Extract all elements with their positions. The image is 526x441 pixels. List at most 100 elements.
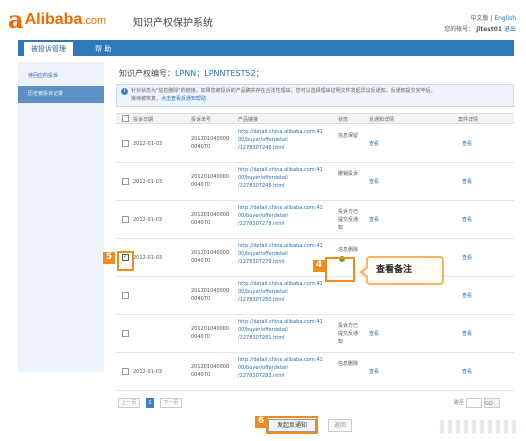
view-case-link[interactable]: 查看 — [462, 292, 472, 300]
product-link-path[interactable]: 00/buyer/offerdetail — [238, 288, 288, 296]
jump-go-button[interactable]: GO — [484, 398, 500, 408]
status-text: 信息删除 — [338, 361, 359, 367]
product-link-file[interactable]: /1278307280.html — [238, 296, 284, 304]
notice-text-2: 接待被恢复。 — [131, 96, 162, 102]
col-notice: 反通知详情 — [369, 117, 395, 123]
row-checkbox[interactable] — [122, 368, 129, 375]
product-link-path[interactable]: 00/buyer/offerdetail — [238, 364, 288, 372]
view-notice-link[interactable]: 查看 — [369, 330, 379, 338]
row-checkbox[interactable] — [122, 330, 129, 337]
status-text-2: 提交反通 — [338, 217, 359, 223]
view-notice-link[interactable]: 查看 — [369, 178, 379, 186]
main-panel: 知识产权编号：LPNN；LPNNTEST52； i 针对状态为"信息删除"的链接… — [110, 62, 516, 434]
product-link-file[interactable]: /1278307281.html — [238, 334, 284, 342]
prev-page-button[interactable]: 上一页 — [118, 398, 140, 408]
product-link[interactable]: http://detail.china.alibaba.com:41 — [238, 204, 323, 212]
product-link[interactable]: http://detail.china.alibaba.com:41 — [238, 280, 323, 288]
notice-text: 针对状态为"信息删除"的链接，如果您被投诉的产品确实存在合法性理由，您可以选择理… — [131, 88, 436, 94]
complaint-id-suffix: 004070 — [191, 182, 211, 188]
logout-link[interactable]: 退出 — [504, 26, 516, 33]
complaint-date: 2012-01-03 — [133, 255, 163, 261]
status-text-2: 提交反通 — [338, 331, 359, 337]
step5-highlight — [117, 251, 134, 271]
complaint-date: 2012-01-03 — [133, 217, 163, 223]
watermark — [440, 420, 520, 434]
complaint-id: 201201040000 — [191, 326, 230, 332]
complaint-id: 201201040000 — [191, 250, 230, 256]
notice-help-link[interactable]: 点击查看反通知帮助 — [161, 96, 206, 102]
complaint-id: 201201040000 — [191, 212, 230, 218]
view-case-link[interactable]: 查看 — [462, 368, 472, 376]
tab-help[interactable]: 帮 助 — [88, 42, 118, 56]
page-1-button[interactable]: 1 — [146, 398, 154, 408]
back-button[interactable]: 返回 — [328, 419, 352, 432]
notice-box: i 针对状态为"信息删除"的链接，如果您被投诉的产品确实存在合法性理由，您可以选… — [116, 84, 514, 107]
complaint-id-suffix: 004070 — [191, 296, 211, 302]
row-checkbox[interactable] — [122, 216, 129, 223]
product-link-file[interactable]: /1278307246.html — [238, 182, 284, 190]
row-checkbox[interactable] — [122, 292, 129, 299]
product-link-file[interactable]: /1278307283.html — [238, 372, 284, 380]
view-notice-link[interactable]: 查看 — [369, 140, 379, 148]
complaint-id-suffix: 004070 — [191, 220, 211, 226]
view-case-link[interactable]: 查看 — [462, 254, 472, 262]
table-row: 2012-01-03 201201040000 004070 http://detai… — [116, 125, 514, 163]
product-link-path[interactable]: 00/buyer/offerdetail — [238, 326, 288, 334]
select-all-checkbox[interactable] — [122, 115, 129, 122]
table-row: 201201040000 004070 http://detail.china.al… — [116, 315, 514, 353]
view-case-link[interactable]: 查看 — [462, 140, 472, 148]
view-notice-link[interactable]: 查看 — [369, 368, 379, 376]
step5-badge: 5 — [103, 252, 115, 264]
product-link-path[interactable]: 00/buyer/offerdetail — [238, 174, 288, 182]
top-links: 中文版 | English 您的帐号： jltest01 退出 — [444, 13, 516, 35]
col-id: 投诉单号 — [191, 117, 212, 123]
view-case-link[interactable]: 查看 — [462, 216, 472, 224]
ip-title-label: 知识产权编号： — [119, 69, 175, 78]
complaint-id: 201201040000 — [191, 174, 230, 180]
view-case-link[interactable]: 查看 — [462, 178, 472, 186]
complaint-id: 201201040000 — [191, 288, 230, 294]
step6-highlight — [266, 416, 318, 434]
product-link[interactable]: http://detail.china.alibaba.com:41 — [238, 318, 323, 326]
complaint-id-suffix: 004070 — [191, 258, 211, 264]
product-link-file[interactable]: /1278307246.html — [238, 144, 284, 152]
status-text: 信息删除 — [338, 247, 359, 253]
sidebar-item-pending[interactable]: 待回应的投诉 — [18, 68, 104, 85]
lang-english-link[interactable]: English — [494, 15, 516, 22]
alibaba-logo[interactable]: a Alibaba.com — [8, 8, 106, 32]
complaint-id: 201201040000 — [191, 364, 230, 370]
row-checkbox[interactable] — [122, 178, 129, 185]
row-checkbox[interactable] — [122, 140, 129, 147]
view-notice-link[interactable]: 查看 — [369, 216, 379, 224]
next-page-button[interactable]: 下一页 — [160, 398, 182, 408]
product-link-path[interactable]: 00/buyer/offerdetail — [238, 136, 288, 144]
view-case-link[interactable]: 查看 — [462, 330, 472, 338]
product-link-file[interactable]: /1278307278.html — [238, 220, 284, 228]
product-link-path[interactable]: 00/buyer/offerdetail — [238, 212, 288, 220]
step6-badge: 6 — [255, 416, 267, 428]
product-link[interactable]: http://detail.china.alibaba.com:41 — [238, 128, 323, 136]
col-detail: 案件详情 — [458, 117, 479, 123]
lang-chinese[interactable]: 中文版 — [470, 15, 488, 22]
lang-separator: | — [490, 15, 493, 22]
jump-input[interactable] — [466, 398, 482, 408]
product-link[interactable]: http://detail.china.alibaba.com:41 — [238, 166, 323, 174]
status-text: 投诉方已 — [338, 323, 359, 329]
sidebar-item-history[interactable]: 历史被投诉记录 — [18, 86, 104, 103]
product-link[interactable]: http://detail.china.alibaba.com:41 — [238, 356, 323, 364]
table-row: 2012-01-03 201201040000 004070 http://detai… — [116, 353, 514, 391]
step4-highlight — [325, 257, 355, 282]
tab-complaint-management[interactable]: 被投诉管理 — [24, 42, 73, 56]
account-name: jltest01 — [476, 26, 503, 33]
page-jump: 跳至 GO — [454, 398, 500, 408]
complaint-date: 2012-01-03 — [133, 141, 163, 147]
complaint-date: 2012-01-03 — [133, 179, 163, 185]
product-link[interactable]: http://detail.china.alibaba.com:41 — [238, 242, 323, 250]
table-row: 2012-01-03 201201040000 004070 http://detai… — [116, 201, 514, 239]
account-prefix: 您的帐号： — [444, 26, 475, 33]
logo-text: Alibaba.com — [24, 11, 107, 28]
ip-numbers: LPNN；LPNNTEST52； — [175, 69, 264, 78]
complaint-date: 2012-01-03 — [133, 369, 163, 375]
product-link-file[interactable]: /1278307279.html — [238, 258, 284, 266]
product-link-path[interactable]: 00/buyer/offerdetail — [238, 250, 288, 258]
